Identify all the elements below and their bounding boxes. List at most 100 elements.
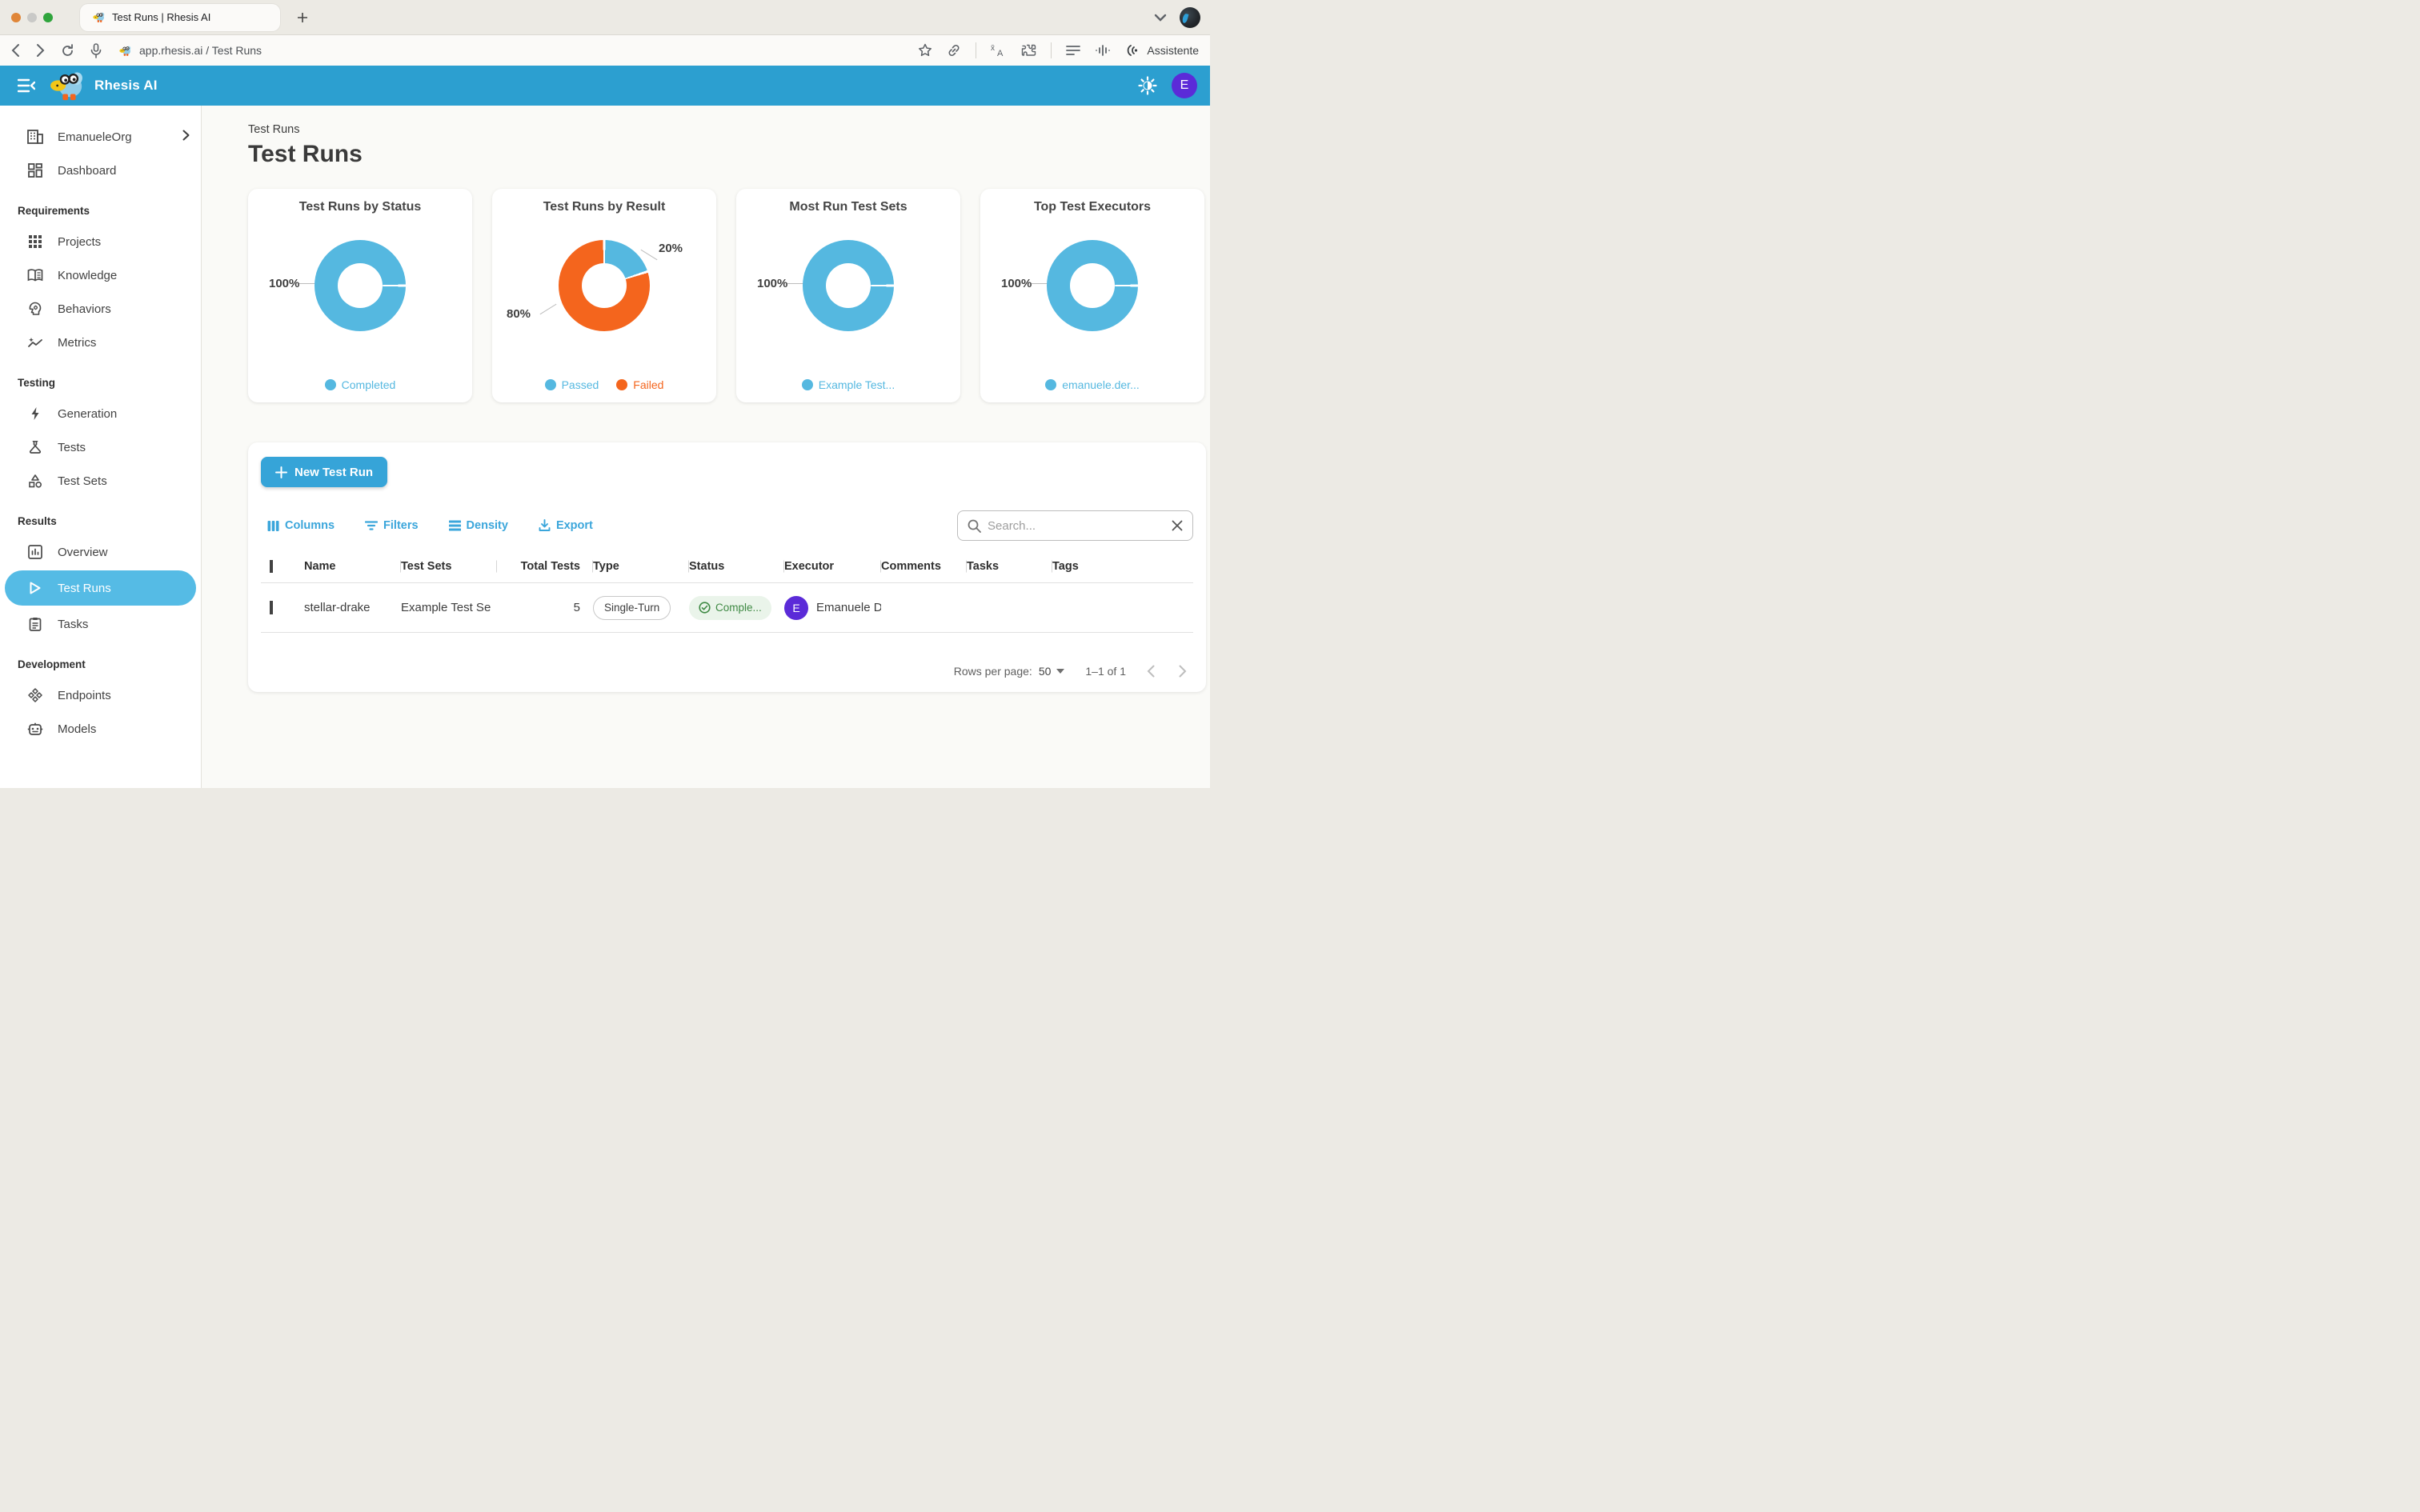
translate-button[interactable]: x̄A (991, 43, 1007, 58)
chart-title: Most Run Test Sets (736, 200, 960, 214)
column-header-tasks[interactable]: Tasks (967, 560, 1052, 573)
breadcrumb: Test Runs (248, 123, 1210, 136)
column-header-executor[interactable]: Executor (784, 560, 881, 573)
toolbar-divider (1051, 42, 1052, 58)
back-button[interactable] (11, 43, 20, 58)
column-header-status[interactable]: Status (689, 560, 784, 573)
sidebar-item-test-runs[interactable]: Test Runs (5, 570, 196, 606)
cell-executor: Emanuele D (816, 601, 881, 614)
close-window-button[interactable] (11, 13, 21, 22)
export-button[interactable]: Export (539, 519, 593, 532)
svg-text:x̄: x̄ (991, 44, 995, 53)
chart-legend: Passed Failed (492, 378, 716, 391)
column-header-comments[interactable]: Comments (881, 560, 967, 573)
sidebar-item-test-sets[interactable]: Test Sets (0, 464, 201, 498)
new-tab-button[interactable] (291, 6, 314, 29)
sidebar-item-tests[interactable]: Tests (0, 430, 201, 464)
reader-mode-button[interactable] (1066, 45, 1080, 56)
legend-label: Completed (342, 378, 396, 391)
forward-button[interactable] (36, 43, 45, 58)
assistant-button[interactable]: Assistente (1125, 43, 1199, 58)
new-test-run-button[interactable]: New Test Run (261, 457, 387, 487)
browser-tab-bar: Test Runs | Rhesis AI (0, 0, 1210, 34)
extensions-button[interactable] (1021, 43, 1036, 58)
rhesis-logo (50, 70, 86, 102)
status-badge: Comple... (689, 596, 771, 620)
sidebar-item-generation[interactable]: Generation (0, 397, 201, 430)
select-all-checkbox[interactable] (270, 560, 273, 573)
zoom-window-button[interactable] (43, 13, 53, 22)
assistant-label: Assistente (1147, 44, 1199, 57)
sidebar-item-label: Overview (58, 546, 108, 559)
cell-test-sets: Example Test Se (401, 601, 497, 614)
status-label: Comple... (715, 602, 762, 614)
sidebar-item-label: Test Sets (58, 474, 107, 488)
bookmark-button[interactable] (918, 43, 932, 58)
legend-dot (1045, 379, 1056, 390)
sidebar-item-knowledge[interactable]: Knowledge (0, 258, 201, 292)
column-header-test-sets[interactable]: Test Sets (401, 560, 497, 573)
chart-legend: Completed (248, 378, 472, 391)
reader-lines-icon (1066, 45, 1080, 56)
plus-icon (275, 466, 287, 478)
browser-toolbar: app.rhesis.ai / Test Runs x̄A (0, 34, 1210, 66)
legend-label: Passed (562, 378, 599, 391)
page-title: Test Runs (248, 141, 1210, 168)
voice-search-button[interactable] (90, 43, 102, 58)
sidebar-item-label: Test Runs (58, 582, 111, 595)
clear-search-icon[interactable] (1172, 520, 1183, 531)
column-header-total-tests[interactable]: Total Tests (497, 560, 593, 573)
table-row[interactable]: stellar-drake Example Test Se 5 Single-T… (261, 583, 1193, 633)
legend-dot (802, 379, 813, 390)
legend-label: emanuele.der... (1062, 378, 1140, 391)
translate-icon: x̄A (991, 43, 1007, 58)
columns-icon (267, 520, 279, 532)
link-icon (947, 43, 961, 58)
chevron-right-icon (36, 43, 45, 58)
column-header-name[interactable]: Name (304, 560, 401, 573)
sidebar-item-overview[interactable]: Overview (0, 535, 201, 569)
sidebar-collapse-button[interactable] (13, 72, 40, 99)
sidebar-item-metrics[interactable]: Metrics (0, 326, 201, 359)
sidebar-item-dashboard[interactable]: Dashboard (0, 154, 201, 187)
search-input[interactable] (988, 519, 1165, 533)
sidebar-item-organization[interactable]: EmanueleOrg (0, 120, 201, 154)
chart-card-test-sets: Most Run Test Sets 100% Example Test... (736, 189, 960, 402)
user-avatar[interactable]: E (1172, 73, 1197, 98)
chart-title: Test Runs by Result (492, 200, 716, 214)
chart-card-result: Test Runs by Result 20% 80% Passed Faile… (492, 189, 716, 402)
read-aloud-button[interactable] (1095, 44, 1111, 57)
copy-link-button[interactable] (947, 43, 961, 58)
sidebar-item-label: Knowledge (58, 269, 117, 282)
plus-icon (297, 12, 308, 23)
column-header-tags[interactable]: Tags (1052, 560, 1193, 573)
sidebar-item-tasks[interactable]: Tasks (0, 607, 201, 641)
row-checkbox[interactable] (270, 601, 273, 614)
previous-page-button[interactable] (1147, 665, 1155, 678)
sidebar-item-endpoints[interactable]: Endpoints (0, 678, 201, 712)
browser-profile-avatar[interactable] (1180, 7, 1200, 28)
browser-tab[interactable]: Test Runs | Rhesis AI (80, 4, 280, 31)
donut-label: 100% (757, 277, 787, 290)
sidebar-item-models[interactable]: Models (0, 712, 201, 746)
address-bar[interactable]: app.rhesis.ai / Test Runs (119, 44, 918, 57)
next-page-button[interactable] (1179, 665, 1187, 678)
columns-button[interactable]: Columns (267, 519, 335, 532)
caret-down-icon (1056, 669, 1064, 674)
sidebar-item-projects[interactable]: Projects (0, 225, 201, 258)
star-icon (918, 43, 932, 58)
reload-button[interactable] (61, 44, 74, 58)
rows-per-page-select[interactable]: 50 (1039, 665, 1065, 678)
density-button[interactable]: Density (449, 519, 508, 532)
pagination: Rows per page: 50 1–1 of 1 (954, 665, 1187, 678)
theme-toggle-button[interactable] (1138, 76, 1157, 95)
filters-button[interactable]: Filters (365, 519, 419, 532)
sidebar-section-label: Development (0, 641, 201, 678)
sidebar-item-behaviors[interactable]: Behaviors (0, 292, 201, 326)
chart-legend: emanuele.der... (980, 378, 1204, 391)
column-header-type[interactable]: Type (593, 560, 689, 573)
waveform-icon (1095, 44, 1111, 57)
minimize-window-button[interactable] (27, 13, 37, 22)
tab-overflow-button[interactable] (1154, 14, 1167, 22)
tab-title: Test Runs | Rhesis AI (112, 11, 210, 23)
